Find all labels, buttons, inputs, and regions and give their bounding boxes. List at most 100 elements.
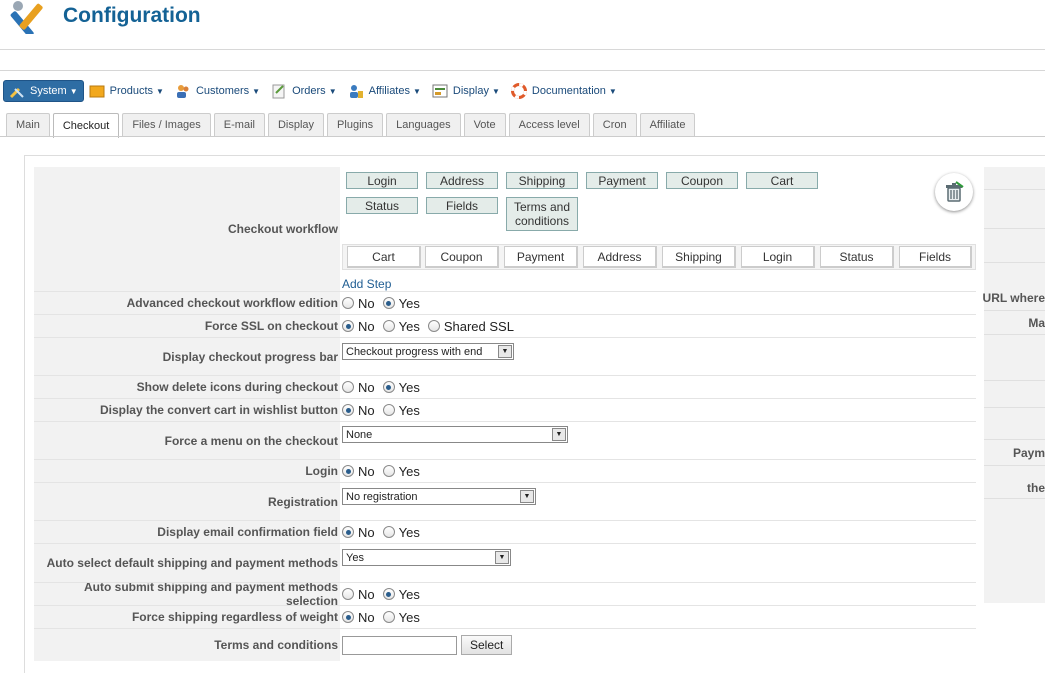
- progress-bar-select[interactable]: Checkout progress with end ▼: [342, 343, 514, 360]
- radio-no[interactable]: No: [342, 319, 375, 334]
- field-label: Auto select default shipping and payment…: [34, 544, 340, 582]
- add-step-link[interactable]: Add Step: [342, 277, 391, 291]
- field-value: No Yes: [342, 292, 428, 314]
- workflow-step-login[interactable]: Login: [741, 246, 815, 268]
- tab-vote[interactable]: Vote: [463, 113, 506, 136]
- menu-system[interactable]: System ▼: [3, 80, 84, 102]
- workflow-available-fields[interactable]: Fields: [426, 197, 498, 214]
- row-separator: [34, 543, 976, 544]
- right-panel-label: Paym: [1012, 446, 1045, 460]
- trash-icon[interactable]: [935, 173, 973, 211]
- row-separator: [34, 291, 976, 292]
- page-header: Configuration: [0, 0, 1045, 50]
- tab-bar: Main Checkout Files / Images E-mail Disp…: [6, 113, 698, 138]
- row-force-menu: Force a menu on the checkout None ▼: [34, 422, 976, 459]
- menu-display[interactable]: Display ▼: [427, 80, 506, 102]
- radio-yes[interactable]: Yes: [382, 380, 420, 395]
- field-value: Select: [342, 629, 513, 661]
- tab-affiliate[interactable]: Affiliate: [639, 113, 696, 136]
- right-panel-label: Ma: [1028, 316, 1045, 330]
- radio-no[interactable]: No: [342, 525, 375, 540]
- tab-files-images[interactable]: Files / Images: [122, 113, 211, 136]
- row-separator: [34, 605, 976, 606]
- workflow-available-payment[interactable]: Payment: [586, 172, 658, 189]
- row-auto-select: Auto select default shipping and payment…: [34, 544, 976, 582]
- affiliate-icon: [348, 83, 364, 99]
- tab-display[interactable]: Display: [267, 113, 325, 136]
- menu-label: Products: [109, 85, 154, 97]
- menu-label: Customers: [195, 85, 250, 97]
- field-value: None ▼: [342, 422, 568, 459]
- workflow-available-address[interactable]: Address: [426, 172, 498, 189]
- radio-no[interactable]: No: [342, 587, 375, 602]
- right-panel-label: the: [1027, 481, 1045, 495]
- radio-yes[interactable]: Yes: [382, 403, 420, 418]
- menu-customers[interactable]: Customers ▼: [170, 80, 266, 102]
- terms-select-button[interactable]: Select: [461, 635, 513, 655]
- radio-yes[interactable]: Yes: [382, 587, 420, 602]
- radio-yes[interactable]: Yes: [382, 319, 420, 334]
- row-force-shipping: Force shipping regardless of weight No Y…: [34, 606, 976, 628]
- radio-no[interactable]: No: [342, 296, 375, 311]
- tab-checkout[interactable]: Checkout: [52, 113, 120, 138]
- divider: [0, 70, 1045, 71]
- tab-main[interactable]: Main: [6, 113, 50, 136]
- auto-select-select[interactable]: Yes ▼: [342, 549, 511, 566]
- workflow-available-shipping[interactable]: Shipping: [506, 172, 578, 189]
- workflow-step-payment[interactable]: Payment: [504, 246, 578, 268]
- field-label: Auto submit shipping and payment methods…: [34, 580, 340, 608]
- radio-shared-ssl[interactable]: Shared SSL: [427, 319, 514, 334]
- workflow-available-cart[interactable]: Cart: [746, 172, 818, 189]
- row-email-confirm: Display email confirmation field No Yes: [34, 521, 976, 543]
- workflow-step-cart[interactable]: Cart: [347, 246, 421, 268]
- field-value: No Yes: [342, 583, 428, 605]
- tab-plugins[interactable]: Plugins: [327, 113, 384, 136]
- field-label: Display email confirmation field: [34, 521, 340, 543]
- workflow-step-address[interactable]: Address: [583, 246, 657, 268]
- tab-cron[interactable]: Cron: [592, 113, 637, 136]
- chevron-down-icon: ▼: [495, 551, 509, 564]
- tab-access-level[interactable]: Access level: [508, 113, 590, 136]
- workflow-step-fields[interactable]: Fields: [899, 246, 972, 268]
- field-label: Force SSL on checkout: [34, 315, 340, 337]
- row-separator: [34, 398, 976, 399]
- radio-no[interactable]: No: [342, 464, 375, 479]
- row-separator: [34, 482, 976, 483]
- right-panel: URL where Ma Paym the: [983, 167, 1045, 603]
- field-label: Advanced checkout workflow edition: [34, 292, 340, 314]
- terms-input[interactable]: [342, 635, 457, 655]
- workflow-available-login[interactable]: Login: [346, 172, 418, 189]
- workflow-step-shipping[interactable]: Shipping: [662, 246, 736, 268]
- radio-yes[interactable]: Yes: [382, 296, 420, 311]
- field-label: Force shipping regardless of weight: [34, 606, 340, 628]
- box-icon: [89, 83, 105, 99]
- radio-yes[interactable]: Yes: [382, 525, 420, 540]
- menu-orders[interactable]: Orders ▼: [266, 80, 343, 102]
- menu-products[interactable]: Products ▼: [84, 80, 170, 102]
- menu-affiliates[interactable]: Affiliates ▼: [343, 80, 427, 102]
- workflow-step-status[interactable]: Status: [820, 246, 894, 268]
- tab-email[interactable]: E-mail: [213, 113, 265, 136]
- row-separator: [34, 628, 976, 629]
- field-value: No Yes: [342, 399, 428, 421]
- field-label: Show delete icons during checkout: [34, 376, 340, 398]
- registration-select[interactable]: No registration ▼: [342, 488, 536, 505]
- workflow-available-coupon[interactable]: Coupon: [666, 172, 738, 189]
- force-menu-select[interactable]: None ▼: [342, 426, 568, 443]
- row-separator: [34, 337, 976, 338]
- workflow-available-status[interactable]: Status: [346, 197, 418, 214]
- radio-no[interactable]: No: [342, 403, 375, 418]
- radio-yes[interactable]: Yes: [382, 610, 420, 625]
- field-label: Display checkout progress bar: [34, 338, 340, 375]
- radio-no[interactable]: No: [342, 610, 375, 625]
- tab-languages[interactable]: Languages: [386, 113, 461, 136]
- radio-no[interactable]: No: [342, 380, 375, 395]
- lifebuoy-icon: [510, 83, 527, 99]
- workflow-available-terms[interactable]: Terms and conditions: [506, 197, 578, 231]
- field-label: Force a menu on the checkout: [34, 422, 340, 459]
- row-convert-cart: Display the convert cart in wishlist but…: [34, 399, 976, 421]
- workflow-step-coupon[interactable]: Coupon: [425, 246, 499, 268]
- radio-yes[interactable]: Yes: [382, 464, 420, 479]
- field-value: No Yes: [342, 376, 428, 398]
- menu-documentation[interactable]: Documentation ▼: [506, 80, 623, 102]
